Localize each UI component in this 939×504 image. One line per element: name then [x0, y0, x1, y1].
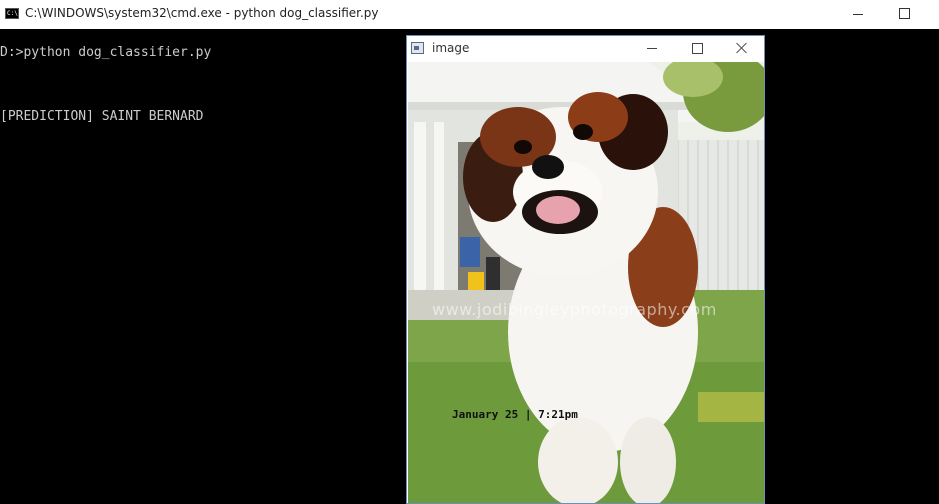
image-window[interactable]: image www.jodibingleyphotography.com Jan…	[406, 35, 765, 504]
minimize-icon	[647, 48, 657, 49]
image-window-title: image	[432, 41, 470, 55]
cmd-window-title: C:\WINDOWS\system32\cmd.exe - python dog…	[25, 6, 379, 20]
image-maximize-button[interactable]	[674, 36, 720, 62]
maximize-button[interactable]	[881, 0, 927, 29]
console-line: [PREDICTION] SAINT BERNARD	[0, 109, 204, 124]
maximize-icon	[899, 8, 910, 19]
photo-watermark: www.jodibingleyphotography.com	[432, 300, 717, 319]
console-line: D:>python dog_classifier.py	[0, 45, 212, 60]
photo-date-overlay: January 25 | 7:21pm	[452, 408, 578, 421]
cmd-titlebar: C:\ C:\WINDOWS\system32\cmd.exe - python…	[0, 0, 939, 29]
minimize-icon	[853, 14, 863, 15]
maximize-icon	[692, 43, 703, 54]
image-window-titlebar[interactable]: image	[407, 36, 764, 62]
image-close-button[interactable]	[719, 36, 764, 62]
image-window-icon	[411, 42, 424, 54]
cmd-icon: C:\	[5, 8, 19, 19]
dog-photo-drawing	[408, 62, 764, 503]
dog-photo: www.jodibingleyphotography.com January 2…	[408, 62, 764, 503]
minimize-button[interactable]	[835, 0, 881, 29]
image-minimize-button[interactable]	[629, 36, 675, 62]
